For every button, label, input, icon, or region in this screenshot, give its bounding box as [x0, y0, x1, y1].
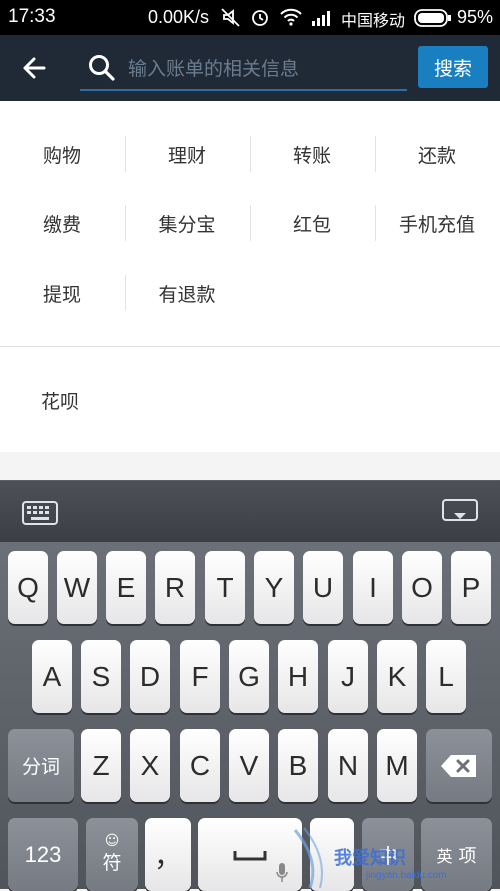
key-g[interactable]: G — [229, 640, 269, 713]
key-f[interactable]: F — [180, 640, 220, 713]
space-icon — [233, 850, 267, 860]
category-finance[interactable]: 理财 — [125, 136, 249, 172]
mute-icon — [220, 6, 242, 33]
back-arrow-icon — [23, 57, 46, 79]
backspace-icon — [441, 754, 476, 777]
status-time: 17:33 — [8, 6, 56, 27]
watermark-url: jingyan.baidu.com — [366, 870, 447, 881]
watermark-text: 我爱知识 — [334, 848, 406, 869]
battery-percent: 95% — [457, 7, 494, 27]
category-mobile-recharge[interactable]: 手机充值 — [375, 205, 499, 241]
status-bar: 17:33 0.00K/s 中国移动 95% — [0, 0, 500, 35]
key-n[interactable]: N — [328, 729, 368, 802]
search-button[interactable]: 搜索 — [418, 46, 488, 88]
network-speed: 0.00K/s — [148, 7, 210, 27]
category-shopping[interactable]: 购物 — [0, 136, 124, 172]
category-refund[interactable]: 有退款 — [125, 275, 249, 311]
carrier-name: 中国移动 — [341, 11, 406, 30]
key-k[interactable]: K — [377, 640, 417, 713]
category-grid: 购物 理财 转账 还款 缴费 集分宝 红包 手机充值 提现 有退款 — [0, 101, 500, 346]
key-e[interactable]: E — [106, 551, 146, 624]
wifi-icon — [279, 6, 303, 33]
category-bill-payment[interactable]: 缴费 — [0, 205, 124, 241]
keyboard-toolbar — [0, 480, 500, 543]
key-w[interactable]: W — [57, 551, 97, 624]
key-a[interactable]: A — [32, 640, 72, 713]
extra-category-section: 花呗 — [0, 347, 500, 452]
key-u[interactable]: U — [303, 551, 343, 624]
key-h[interactable]: H — [278, 640, 318, 713]
category-jifenbao[interactable]: 集分宝 — [125, 205, 249, 241]
category-red-packet[interactable]: 红包 — [250, 205, 374, 241]
comma-key[interactable]: ， — [145, 818, 191, 891]
key-o[interactable]: O — [402, 551, 442, 624]
symbols-key[interactable]: ☺ 符 — [86, 818, 138, 891]
key-y[interactable]: Y — [254, 551, 294, 624]
key-r[interactable]: R — [155, 551, 195, 624]
watermark: 我爱知识 jingyan.baidu.com — [290, 820, 500, 889]
key-v[interactable]: V — [229, 729, 269, 802]
key-j[interactable]: J — [328, 640, 368, 713]
signal-icon — [311, 6, 335, 33]
key-m[interactable]: M — [377, 729, 417, 802]
segment-key[interactable]: 分词 — [8, 729, 74, 802]
key-b[interactable]: B — [278, 729, 318, 802]
category-huabei[interactable]: 花呗 — [41, 387, 79, 414]
key-x[interactable]: X — [130, 729, 170, 802]
keyboard-switch-icon[interactable] — [22, 501, 58, 529]
key-q[interactable]: Q — [8, 551, 48, 624]
alarm-icon — [249, 6, 271, 33]
search-input[interactable] — [126, 53, 405, 85]
microphone-icon — [276, 863, 288, 882]
search-icon — [89, 55, 115, 81]
search-header: 搜索 — [0, 35, 500, 101]
symbols-key-label: 符 — [102, 852, 122, 874]
backspace-key[interactable] — [426, 729, 492, 802]
back-button[interactable] — [14, 49, 54, 87]
key-t[interactable]: T — [205, 551, 245, 624]
key-p[interactable]: P — [451, 551, 491, 624]
category-transfer[interactable]: 转账 — [250, 136, 374, 172]
key-c[interactable]: C — [180, 729, 220, 802]
key-d[interactable]: D — [130, 640, 170, 713]
space-key[interactable] — [198, 818, 302, 891]
emoji-icon: ☺ — [104, 833, 120, 849]
key-z[interactable]: Z — [81, 729, 121, 802]
numbers-key[interactable]: 123 — [8, 818, 78, 891]
category-withdraw[interactable]: 提现 — [0, 275, 124, 311]
category-repayment[interactable]: 还款 — [375, 136, 499, 172]
key-l[interactable]: L — [426, 640, 466, 713]
key-i[interactable]: I — [353, 551, 393, 624]
key-s[interactable]: S — [81, 640, 121, 713]
battery-icon — [414, 9, 452, 32]
search-box[interactable] — [80, 47, 407, 91]
keyboard-hide-icon[interactable] — [442, 499, 478, 531]
